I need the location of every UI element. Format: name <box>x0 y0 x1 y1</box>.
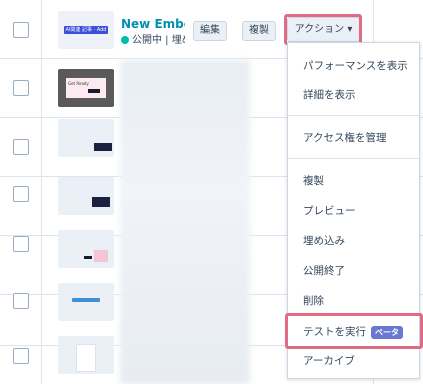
menu-item-clone[interactable]: 複製 <box>288 166 419 196</box>
embed-title-link[interactable]: New Embed <box>121 17 185 31</box>
thumbnail-image <box>94 250 108 262</box>
thumbnail-banner: AI関連 記事 · Add <box>64 26 108 34</box>
row-checkbox[interactable] <box>13 186 29 202</box>
thumbnail-button <box>84 256 92 259</box>
embed-thumbnail[interactable] <box>58 119 114 157</box>
thumbnail-text: Get Ready <box>68 81 89 86</box>
thumbnail-banner <box>72 298 100 302</box>
thumbnail-form <box>76 344 96 372</box>
embed-thumbnail[interactable] <box>58 177 114 215</box>
thumbnail-image <box>94 143 112 151</box>
row-checkbox[interactable] <box>13 22 29 38</box>
blurred-details-column <box>120 60 250 384</box>
embed-thumbnail[interactable] <box>58 336 114 374</box>
menu-item-view-performance[interactable]: パフォーマンスを表示 <box>288 51 419 81</box>
menu-item-embed[interactable]: 埋め込み <box>288 226 419 256</box>
menu-item-view-details[interactable]: 詳細を表示 <box>288 80 419 110</box>
row-checkbox[interactable] <box>13 139 29 155</box>
row-checkbox[interactable] <box>13 348 29 364</box>
menu-divider <box>288 115 419 116</box>
row-checkbox[interactable] <box>13 80 29 96</box>
menu-item-unpublish[interactable]: 公開終了 <box>288 256 419 286</box>
thumbnail-image <box>92 197 110 207</box>
status-label: 公開中 | 埋め <box>132 35 185 46</box>
menu-item-delete[interactable]: 削除 <box>288 286 419 316</box>
menu-item-archive[interactable]: アーカイブ <box>288 346 419 376</box>
published-dot-icon <box>121 36 129 44</box>
embed-thumbnail[interactable] <box>58 230 114 268</box>
embed-thumbnail[interactable]: Get Ready <box>58 69 114 107</box>
highlight-run-test <box>285 313 423 349</box>
menu-item-manage-access[interactable]: アクセス権を管理 <box>288 123 419 153</box>
highlight-actions-button <box>284 14 362 45</box>
clone-button[interactable]: 複製 <box>242 21 276 41</box>
menu-divider <box>288 158 419 159</box>
embed-thumbnail[interactable]: AI関連 記事 · Add <box>58 11 114 49</box>
status-text: 公開中 | 埋め <box>121 31 185 46</box>
row-checkbox[interactable] <box>13 293 29 309</box>
menu-item-preview[interactable]: プレビュー <box>288 196 419 226</box>
row-checkbox[interactable] <box>13 236 29 252</box>
embed-thumbnail[interactable] <box>58 283 114 321</box>
edit-button[interactable]: 編集 <box>193 21 227 41</box>
thumbnail-button <box>88 89 100 93</box>
